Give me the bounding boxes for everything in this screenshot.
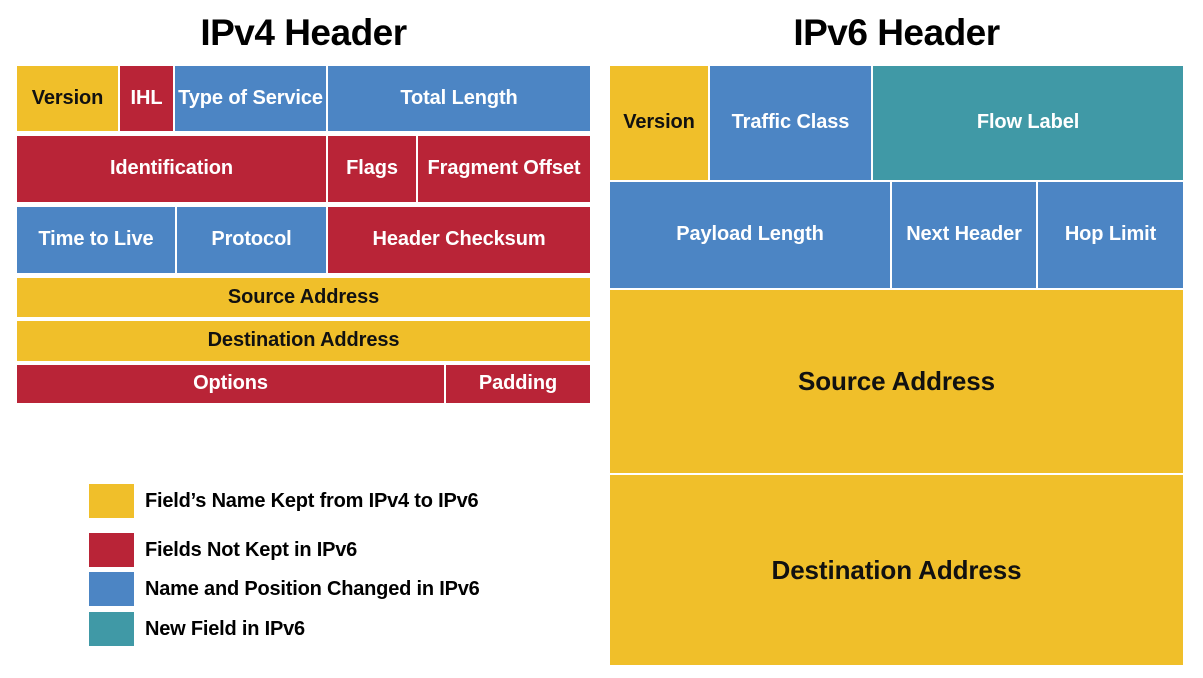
legend-item-new: New Field in IPv6 xyxy=(89,612,305,646)
ipv4-field-time-to-live: Time to Live xyxy=(17,207,175,273)
ipv4-panel-title: IPv4 Header xyxy=(200,12,407,53)
ipv4-field-protocol: Protocol xyxy=(177,207,326,273)
ipv6-panel-title: IPv6 Header xyxy=(793,12,1000,53)
ipv4-field-options: Options xyxy=(17,365,444,403)
legend-swatch-not-kept xyxy=(89,533,134,567)
legend-label-not-kept: Fields Not Kept in IPv6 xyxy=(145,538,358,561)
ipv4-field-source-address: Source Address xyxy=(17,278,590,317)
legend-item-not-kept: Fields Not Kept in IPv6 xyxy=(89,533,357,567)
ipv6-field-hop-limit: Hop Limit xyxy=(1038,182,1183,288)
ipv6-field-source-address: Source Address xyxy=(610,290,1183,473)
legend-swatch-changed xyxy=(89,572,134,606)
ipv4-field-total-length: Total Length xyxy=(328,66,590,131)
legend-label-new: New Field in IPv6 xyxy=(145,617,305,640)
ipv4-field-ihl: IHL xyxy=(120,66,173,131)
ipv6-field-payload-length: Payload Length xyxy=(610,182,890,288)
ipv6-field-flow-label: Flow Label xyxy=(873,66,1183,180)
legend-label-changed: Name and Position Changed in IPv6 xyxy=(145,577,480,600)
legend-label-kept: Field’s Name Kept from IPv4 to IPv6 xyxy=(145,489,479,512)
ipv4-field-identification: Identification xyxy=(17,136,326,202)
ipv4-field-fragment-offset: Fragment Offset xyxy=(418,136,590,202)
ipv4-field-padding: Padding xyxy=(446,365,590,403)
ipv4-field-flags: Flags xyxy=(328,136,416,202)
ipv6-field-destination-address: Destination Address xyxy=(610,475,1183,665)
ipv6-field-next-header: Next Header xyxy=(892,182,1036,288)
legend-item-changed: Name and Position Changed in IPv6 xyxy=(89,572,480,606)
ipv4-field-header-checksum: Header Checksum xyxy=(328,207,590,273)
legend-swatch-kept xyxy=(89,484,134,518)
ipv4-field-type-of-service: Type of Service xyxy=(175,66,326,131)
ipv6-field-version: Version xyxy=(610,66,708,180)
legend-item-kept: Field’s Name Kept from IPv4 to IPv6 xyxy=(89,484,479,518)
ipv4-field-destination-address: Destination Address xyxy=(17,321,590,361)
legend-swatch-new xyxy=(89,612,134,646)
ipv4-field-version: Version xyxy=(17,66,118,131)
ipv6-field-traffic-class: Traffic Class xyxy=(710,66,871,180)
